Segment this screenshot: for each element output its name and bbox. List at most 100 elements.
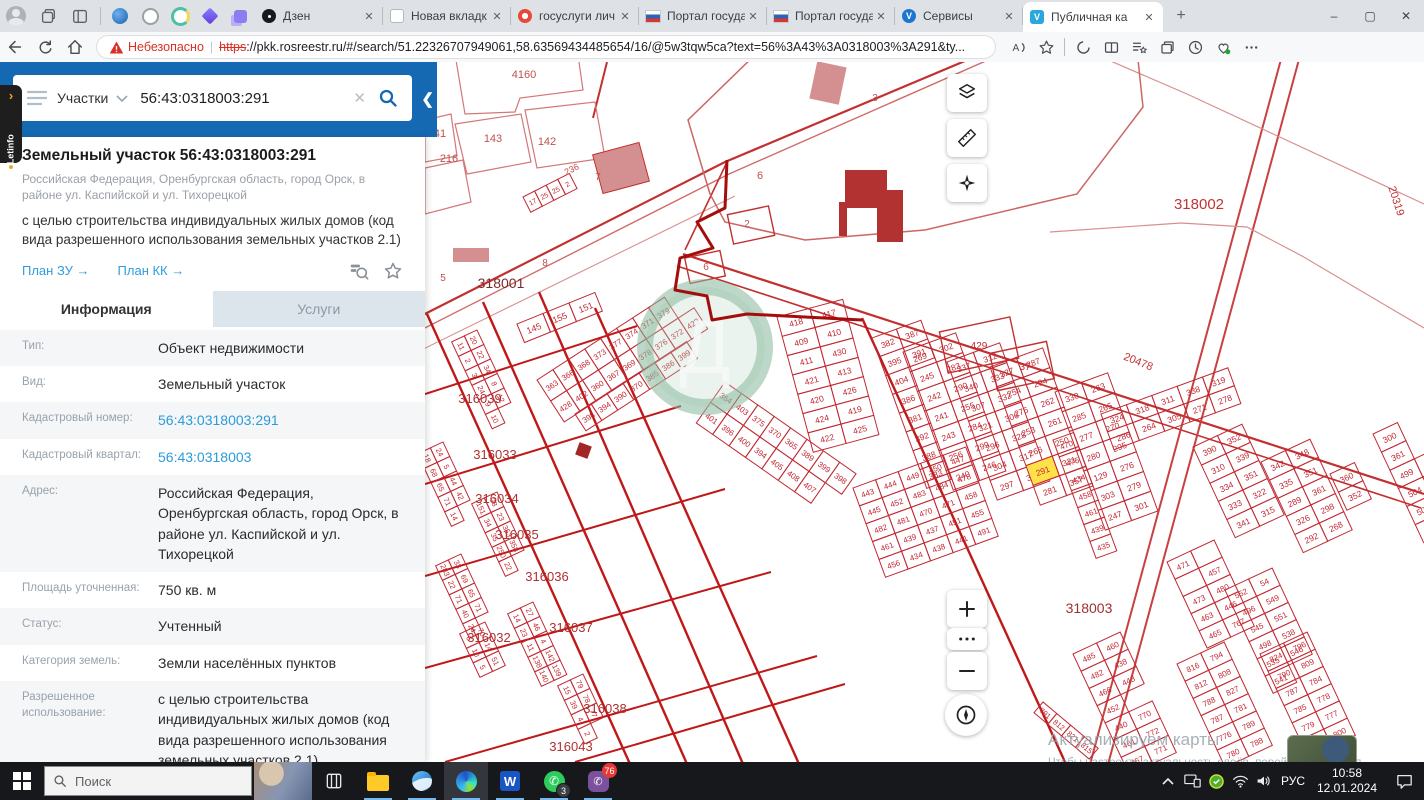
pin-blue-pinned-tab[interactable]: [105, 2, 135, 30]
plan-zu-link[interactable]: План ЗУ →: [22, 263, 90, 278]
pinned-tabs: [105, 2, 255, 30]
volume-icon[interactable]: [1252, 762, 1276, 800]
tab-close-icon[interactable]: ✕: [617, 8, 633, 24]
task-view-button[interactable]: [312, 762, 356, 800]
edge-taskbar-icon[interactable]: [444, 762, 488, 800]
collapse-panel-icon[interactable]: ❮: [421, 90, 434, 108]
copilot-icon[interactable]: [1069, 34, 1097, 60]
vertical-tabs-icon[interactable]: [67, 3, 93, 29]
tab-close-icon[interactable]: ✕: [873, 8, 889, 24]
browser-tab-3[interactable]: госуслуги лич ✕: [511, 0, 639, 32]
tab-close-icon[interactable]: ✕: [1001, 8, 1017, 24]
language-indicator[interactable]: РУС: [1276, 774, 1310, 788]
read-aloud-icon[interactable]: A: [1004, 34, 1032, 60]
page-url[interactable]: ://pkk.rosreestr.ru/#/search/51.22326707…: [246, 40, 965, 54]
svg-text:368: 368: [576, 357, 593, 372]
address-bar[interactable]: Небезопасно | https ://pkk.rosreestr.ru/…: [96, 35, 996, 59]
svg-text:10: 10: [489, 413, 501, 424]
parcel-info-panel: Земельный участок 56:43:0318003:291 Росс…: [0, 137, 425, 762]
pin-teal-pinned-tab[interactable]: [165, 2, 195, 30]
svg-text:334: 334: [1218, 479, 1235, 494]
antivirus-icon[interactable]: [1204, 762, 1228, 800]
clock[interactable]: 10:58 12.01.2024: [1310, 766, 1384, 796]
new-tab-button[interactable]: +: [1169, 4, 1193, 28]
pin-spark-pinned-tab[interactable]: [195, 2, 225, 30]
tab-information[interactable]: Информация: [0, 290, 213, 327]
maximize-button[interactable]: ▢: [1352, 0, 1388, 32]
favorites-bar-icon[interactable]: [1125, 34, 1153, 60]
svg-text:2: 2: [463, 357, 473, 365]
tab-close-icon[interactable]: ✕: [1141, 9, 1157, 25]
wifi-icon[interactable]: [1228, 762, 1252, 800]
desktop-screen: Дзен ✕ Новая вкладк ✕ госуслуги лич ✕ Портал г…: [0, 0, 1424, 800]
browser-tab-5[interactable]: Портал госуда ✕: [767, 0, 895, 32]
zoom-more-button[interactable]: [947, 628, 987, 650]
tab-close-icon[interactable]: ✕: [489, 8, 505, 24]
tab-close-icon[interactable]: ✕: [361, 8, 377, 24]
browser-tab-1[interactable]: Дзен ✕: [255, 0, 383, 32]
svg-text:481: 481: [895, 514, 911, 527]
layers-button[interactable]: [947, 74, 987, 112]
security-warning-label[interactable]: Небезопасно: [128, 40, 204, 54]
zoom-in-button[interactable]: [947, 590, 987, 628]
workspaces-icon[interactable]: [35, 3, 61, 29]
letinfo-extension-tab[interactable]: › ●Letinfo: [0, 85, 22, 170]
explorer-taskbar-icon[interactable]: [356, 762, 400, 800]
svg-text:461: 461: [1121, 737, 1137, 751]
locate-object-button[interactable]: [947, 164, 987, 202]
search-icon[interactable]: [378, 88, 398, 108]
detail-search-icon[interactable]: [349, 261, 369, 281]
basemap-preview-thumbnail[interactable]: [1287, 735, 1357, 762]
field-value-link[interactable]: 56:43:0318003:291: [158, 410, 405, 430]
info-field-row: Адрес: Российская Федерация, Оренбургская…: [0, 475, 425, 573]
search-category-select[interactable]: Участки: [57, 90, 108, 106]
zoom-out-button[interactable]: [947, 652, 987, 690]
svg-text:473: 473: [1191, 593, 1207, 607]
favorite-parcel-star-icon[interactable]: [383, 261, 403, 281]
clear-search-icon[interactable]: ✕: [353, 89, 366, 107]
home-button[interactable]: [60, 34, 90, 60]
cast-device-icon[interactable]: [1180, 762, 1204, 800]
menu-icon[interactable]: [27, 90, 47, 106]
history-icon[interactable]: [1181, 34, 1209, 60]
whatsapp-taskbar-icon[interactable]: ✆ 3: [532, 762, 576, 800]
tray-chevron-up-icon[interactable]: [1156, 762, 1180, 800]
explorer-icon: [367, 771, 389, 791]
svg-text:549: 549: [1265, 593, 1281, 607]
photos-taskbar-icon[interactable]: [400, 762, 444, 800]
notification-center-icon[interactable]: [1384, 762, 1424, 800]
more-menu-icon[interactable]: [1237, 34, 1265, 60]
browser-essentials-icon[interactable]: [1209, 34, 1237, 60]
word-taskbar-icon[interactable]: W: [488, 762, 532, 800]
back-button[interactable]: [0, 34, 30, 60]
field-value-link[interactable]: 56:43:0318003: [158, 447, 405, 467]
collections-icon[interactable]: [1153, 34, 1181, 60]
tab-close-icon[interactable]: ✕: [745, 8, 761, 24]
my-location-button[interactable]: [945, 694, 987, 736]
widgets-thumbnail[interactable]: [254, 762, 312, 800]
search-placeholder: Поиск: [75, 773, 112, 789]
chevron-down-icon[interactable]: [116, 95, 128, 103]
start-button[interactable]: [0, 762, 44, 800]
minimize-button[interactable]: –: [1316, 0, 1352, 32]
svg-text:280: 280: [1085, 449, 1102, 463]
svg-text:25: 25: [540, 192, 550, 202]
taskbar-search[interactable]: Поиск: [44, 766, 252, 796]
browser-tab-7[interactable]: V Публичная ка ✕: [1023, 2, 1163, 32]
pin-tiles-pinned-tab[interactable]: [225, 2, 255, 30]
tab-services[interactable]: Услуги: [212, 290, 425, 327]
split-screen-icon[interactable]: [1097, 34, 1125, 60]
browser-tab-2[interactable]: Новая вкладк ✕: [383, 0, 511, 32]
close-button[interactable]: ✕: [1388, 0, 1424, 32]
browser-tab-4[interactable]: Портал госуда ✕: [639, 0, 767, 32]
profile-button[interactable]: [3, 3, 29, 29]
favorite-star-icon[interactable]: [1032, 34, 1060, 60]
viber-taskbar-icon[interactable]: ✆ 76: [576, 762, 620, 800]
measure-ruler-button[interactable]: [947, 119, 987, 157]
search-input[interactable]: [138, 88, 354, 108]
pin-ring-pinned-tab[interactable]: [135, 2, 165, 30]
browser-tab-6[interactable]: V Сервисы ✕: [895, 0, 1023, 32]
plan-kk-link[interactable]: План КК →: [118, 263, 185, 278]
refresh-button[interactable]: [30, 34, 60, 60]
cadastral-map[interactable]: 1451551513633663683733773743713794284023…: [425, 62, 1424, 762]
